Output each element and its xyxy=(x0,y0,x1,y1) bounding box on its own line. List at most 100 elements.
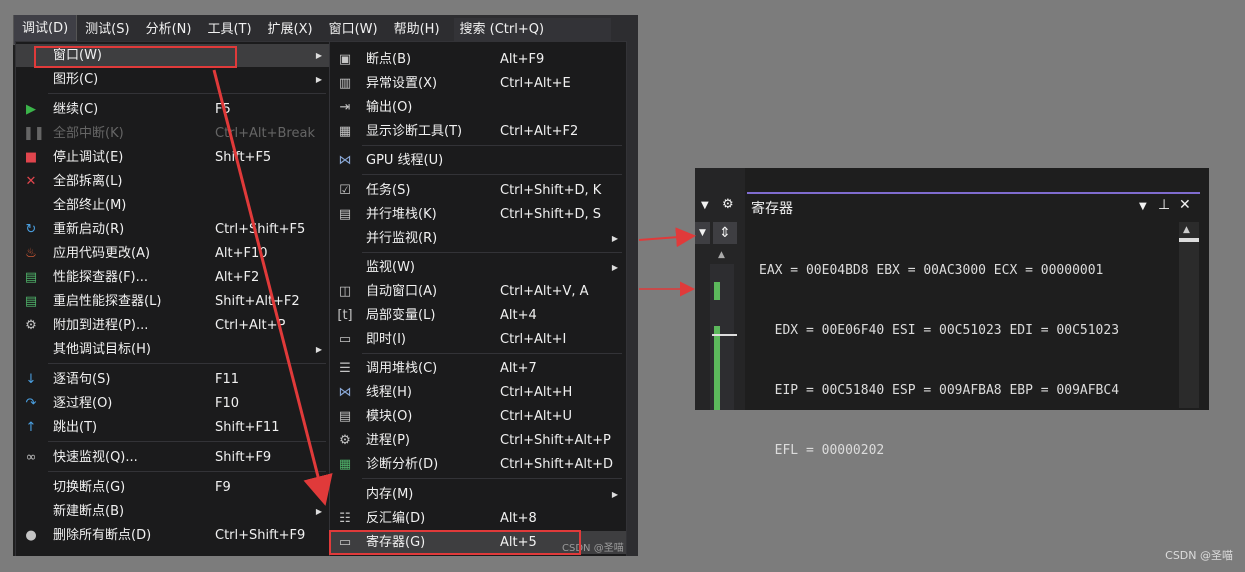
menu-item-step-into[interactable]: ↓ 逐语句(S) F11 xyxy=(16,368,330,391)
menu-item-memory[interactable]: 内存(M) ▶ xyxy=(330,483,626,506)
menu-item-delete-all-breakpoints[interactable]: ● 删除所有断点(D) Ctrl+Shift+F9 xyxy=(16,524,330,547)
step-into-icon: ↓ xyxy=(25,372,37,387)
menu-item-diagnostic-analysis[interactable]: ▦ 诊断分析(D) Ctrl+Shift+Alt+D xyxy=(330,453,626,476)
menu-item-shortcut: Ctrl+Alt+P xyxy=(215,318,286,333)
menu-item-terminate-all[interactable]: 全部终止(M) xyxy=(16,194,330,217)
menu-item-processes[interactable]: ⚙ 进程(P) Ctrl+Shift+Alt+P xyxy=(330,429,626,452)
scroll-position-marker xyxy=(712,334,737,336)
scroll-up-icon[interactable]: ▲ xyxy=(718,250,725,260)
highlight-box-window xyxy=(34,46,237,68)
menu-item-label: 局部变量(L) xyxy=(366,308,436,323)
menu-item-shortcut: Shift+F5 xyxy=(215,150,272,165)
menu-item-watch[interactable]: 监视(W) ▶ xyxy=(330,256,626,279)
separator xyxy=(362,145,622,146)
menu-item-modules[interactable]: ▤ 模块(O) Ctrl+Alt+U xyxy=(330,405,626,428)
arrow-to-toolbar xyxy=(638,227,696,248)
gpu-threads-icon: ⋈ xyxy=(338,153,352,168)
menu-item-step-over[interactable]: ↷ 逐过程(O) F10 xyxy=(16,392,330,415)
menu-item-graphics[interactable]: 图形(C) ▶ xyxy=(16,68,330,91)
menu-item-profiler[interactable]: ▤ 性能探查器(F)... Alt+F2 xyxy=(16,266,330,289)
menu-item-immediate[interactable]: ▭ 即时(I) Ctrl+Alt+I xyxy=(330,328,626,351)
menu-item-exception-settings[interactable]: ▥ 异常设置(X) Ctrl+Alt+E xyxy=(330,72,626,95)
separator xyxy=(48,363,326,364)
glasses-icon: ∞ xyxy=(25,450,37,465)
menu-item-shortcut: Shift+F11 xyxy=(215,420,280,435)
restart-icon: ↻ xyxy=(25,222,37,237)
menu-item-restart[interactable]: ↻ 重新启动(R) Ctrl+Shift+F5 xyxy=(16,218,330,241)
menu-item-step-out[interactable]: ↑ 跳出(T) Shift+F11 xyxy=(16,416,330,439)
menu-item-label: 调用堆栈(C) xyxy=(366,361,438,376)
exception-icon: ▥ xyxy=(338,76,352,91)
gear-icon[interactable]: ⚙ xyxy=(722,197,734,212)
close-icon[interactable]: ✕ xyxy=(1179,197,1191,213)
menu-item-label: 并行监视(R) xyxy=(366,231,438,246)
menu-item-shortcut: Alt+4 xyxy=(500,308,537,323)
menu-help[interactable]: 帮助(H) xyxy=(386,15,448,44)
menu-item-shortcut: Shift+F9 xyxy=(215,450,272,465)
menu-item-locals[interactable]: [t] 局部变量(L) Alt+4 xyxy=(330,304,626,327)
menu-analyze[interactable]: 分析(N) xyxy=(138,15,200,44)
change-marker xyxy=(714,282,720,300)
scroll-thumb[interactable] xyxy=(1179,238,1199,242)
menu-item-other-debug-targets[interactable]: 其他调试目标(H) ▶ xyxy=(16,338,330,361)
pin-icon[interactable]: ⊥ xyxy=(1158,197,1170,213)
search-box[interactable]: 搜索 (Ctrl+Q) xyxy=(453,17,611,42)
menu-item-parallel-stacks[interactable]: ▤ 并行堆栈(K) Ctrl+Shift+D, S xyxy=(330,203,626,226)
left-toolbar: ▼ ⚙ ▼ ⇕ ▲ xyxy=(695,168,745,410)
menu-window[interactable]: 窗口(W) xyxy=(321,15,386,44)
menu-item-stop-debugging[interactable]: ■ 停止调试(E) Shift+F5 xyxy=(16,146,330,169)
menu-item-quick-watch[interactable]: ∞ 快速监视(Q)... Shift+F9 xyxy=(16,446,330,469)
scroll-up-icon[interactable]: ▲ xyxy=(1183,225,1190,235)
menu-item-output[interactable]: ⇥ 输出(O) xyxy=(330,96,626,119)
visual-studio-window: 调试(D) 测试(S) 分析(N) 工具(T) 扩展(X) 窗口(W) 帮助(H… xyxy=(13,15,638,556)
menu-item-label: 显示诊断工具(T) xyxy=(366,124,463,139)
menu-test[interactable]: 测试(S) xyxy=(77,15,137,44)
tab-accent xyxy=(747,192,1200,194)
menu-item-label: 快速监视(Q)... xyxy=(53,450,138,465)
menu-item-new-breakpoint[interactable]: 新建断点(B) ▶ xyxy=(16,500,330,523)
register-line: EAX = 00E04BD8 EBX = 00AC3000 ECX = 0000… xyxy=(759,263,1104,278)
menu-item-label: 监视(W) xyxy=(366,260,415,275)
menu-item-disassembly[interactable]: ☷ 反汇编(D) Alt+8 xyxy=(330,507,626,530)
menu-item-autos[interactable]: ◫ 自动窗口(A) Ctrl+Alt+V, A xyxy=(330,280,626,303)
tasks-icon: ☑ xyxy=(339,183,351,198)
menu-item-label: 删除所有断点(D) xyxy=(53,528,152,543)
diag-analysis-icon: ▦ xyxy=(338,457,352,472)
menu-extensions[interactable]: 扩展(X) xyxy=(260,15,321,44)
dropdown-arrow-icon[interactable]: ▼ xyxy=(701,200,709,211)
menu-item-shortcut: Ctrl+Shift+Alt+D xyxy=(500,457,613,472)
registers-scrollbar[interactable] xyxy=(1179,222,1199,408)
menu-item-attach-to-process[interactable]: ⚙ 附加到进程(P)... Ctrl+Alt+P xyxy=(16,314,330,337)
dropdown-arrow-icon[interactable]: ▼ xyxy=(695,222,710,244)
menu-item-gpu-threads[interactable]: ⋈ GPU 线程(U) xyxy=(330,149,626,172)
menu-item-toggle-breakpoint[interactable]: 切换断点(G) F9 xyxy=(16,476,330,499)
menu-item-label: 全部终止(M) xyxy=(53,198,127,213)
window-submenu: ▣ 断点(B) Alt+F9 ▥ 异常设置(X) Ctrl+Alt+E ⇥ 输出… xyxy=(329,41,627,556)
parallel-stacks-icon: ▤ xyxy=(338,207,352,222)
menu-item-threads[interactable]: ⋈ 线程(H) Ctrl+Alt+H xyxy=(330,381,626,404)
menu-item-apply-code-changes[interactable]: ♨ 应用代码更改(A) Alt+F10 xyxy=(16,242,330,265)
menu-item-label: 内存(M) xyxy=(366,487,414,502)
menu-item-shortcut: Ctrl+Shift+D, S xyxy=(500,207,601,222)
menu-item-breakpoints[interactable]: ▣ 断点(B) Alt+F9 xyxy=(330,48,626,71)
menu-item-call-stack[interactable]: ☰ 调用堆栈(C) Alt+7 xyxy=(330,357,626,380)
menu-item-detach-all[interactable]: ✕ 全部拆离(L) xyxy=(16,170,330,193)
menu-item-tasks[interactable]: ☑ 任务(S) Ctrl+Shift+D, K xyxy=(330,179,626,202)
profiler-icon: ▤ xyxy=(24,270,38,285)
menu-item-shortcut: Ctrl+Alt+Break xyxy=(215,126,315,141)
submenu-arrow-icon: ▶ xyxy=(315,75,322,84)
disassembly-icon: ☷ xyxy=(339,511,351,526)
dropdown-arrow-icon[interactable]: ▼ xyxy=(1139,201,1147,212)
menu-item-continue[interactable]: ▶ 继续(C) F5 xyxy=(16,98,330,121)
menu-item-shortcut: Ctrl+Shift+D, K xyxy=(500,183,602,198)
menu-item-parallel-watch[interactable]: 并行监视(R) ▶ xyxy=(330,227,626,250)
separator xyxy=(48,441,326,442)
change-marker xyxy=(714,326,720,410)
step-out-icon: ↑ xyxy=(25,420,37,435)
menu-item-diagnostic-tools[interactable]: ▦ 显示诊断工具(T) Ctrl+Alt+F2 xyxy=(330,120,626,143)
menu-item-restart-profiler[interactable]: ▤ 重启性能探查器(L) Shift+Alt+F2 xyxy=(16,290,330,313)
menu-item-label: 新建断点(B) xyxy=(53,504,125,519)
menu-item-break-all[interactable]: ❚❚ 全部中断(K) Ctrl+Alt+Break xyxy=(16,122,330,145)
menu-tools[interactable]: 工具(T) xyxy=(199,15,259,44)
split-icon[interactable]: ⇕ xyxy=(713,222,737,244)
